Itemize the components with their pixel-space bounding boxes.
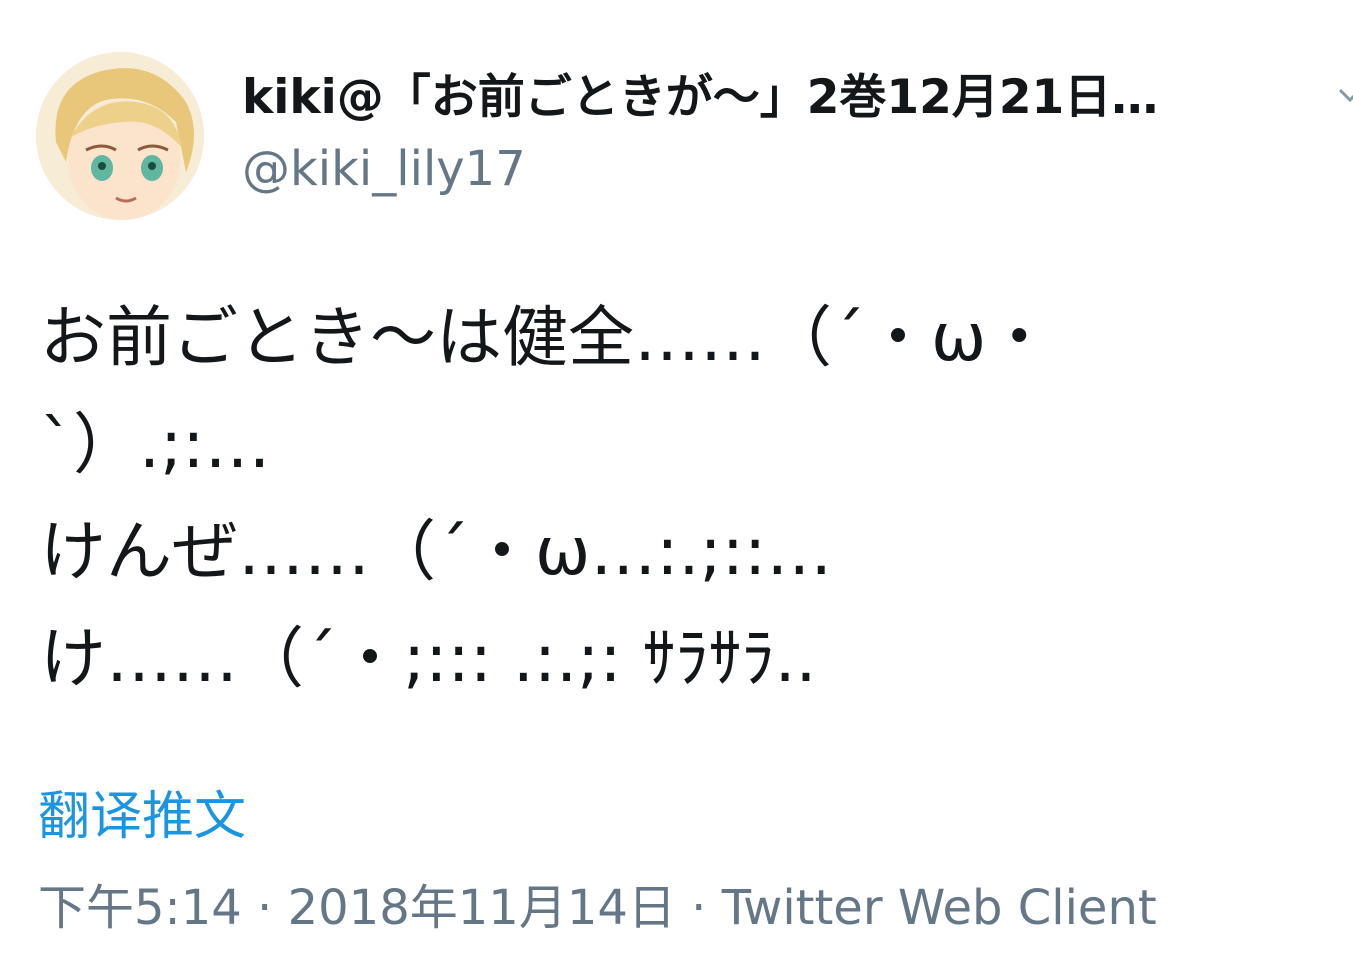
author-display-name[interactable]: kiki@「お前ごときが～」2巻12月21日… (242, 70, 1282, 126)
tweet-time[interactable]: 下午5:14 (38, 880, 242, 936)
translate-tweet-link[interactable]: 翻译推文 (38, 786, 246, 848)
tweet-text-line: けんぜ……（´・ω…:.;::… (40, 513, 833, 590)
tweet-text-line: け……（´・;::: .:.;: ｻﾗｻﾗ.. (40, 620, 817, 697)
user-avatar[interactable] (36, 52, 204, 220)
avatar-illustration (36, 52, 204, 220)
tweet-metadata: 下午5:14 · 2018年11月14日 · Twitter Web Clien… (38, 878, 1157, 938)
tweet-date[interactable]: 2018年11月14日 (288, 880, 676, 936)
tweet-text-line: お前ごとき～は健全……（´・ω・ (40, 299, 1053, 376)
meta-separator: · (241, 880, 288, 936)
chevron-down-icon[interactable] (1336, 82, 1353, 112)
tweet-client[interactable]: Twitter Web Client (722, 880, 1157, 936)
author-handle[interactable]: @kiki_lily17 (242, 140, 526, 198)
tweet-text: お前ごとき～は健全……（´・ω・ `）.;:… けんぜ……（´・ω…:.;::…… (40, 284, 1330, 712)
tweet-text-line: `）.;:… (40, 406, 271, 483)
meta-separator: · (675, 880, 722, 936)
